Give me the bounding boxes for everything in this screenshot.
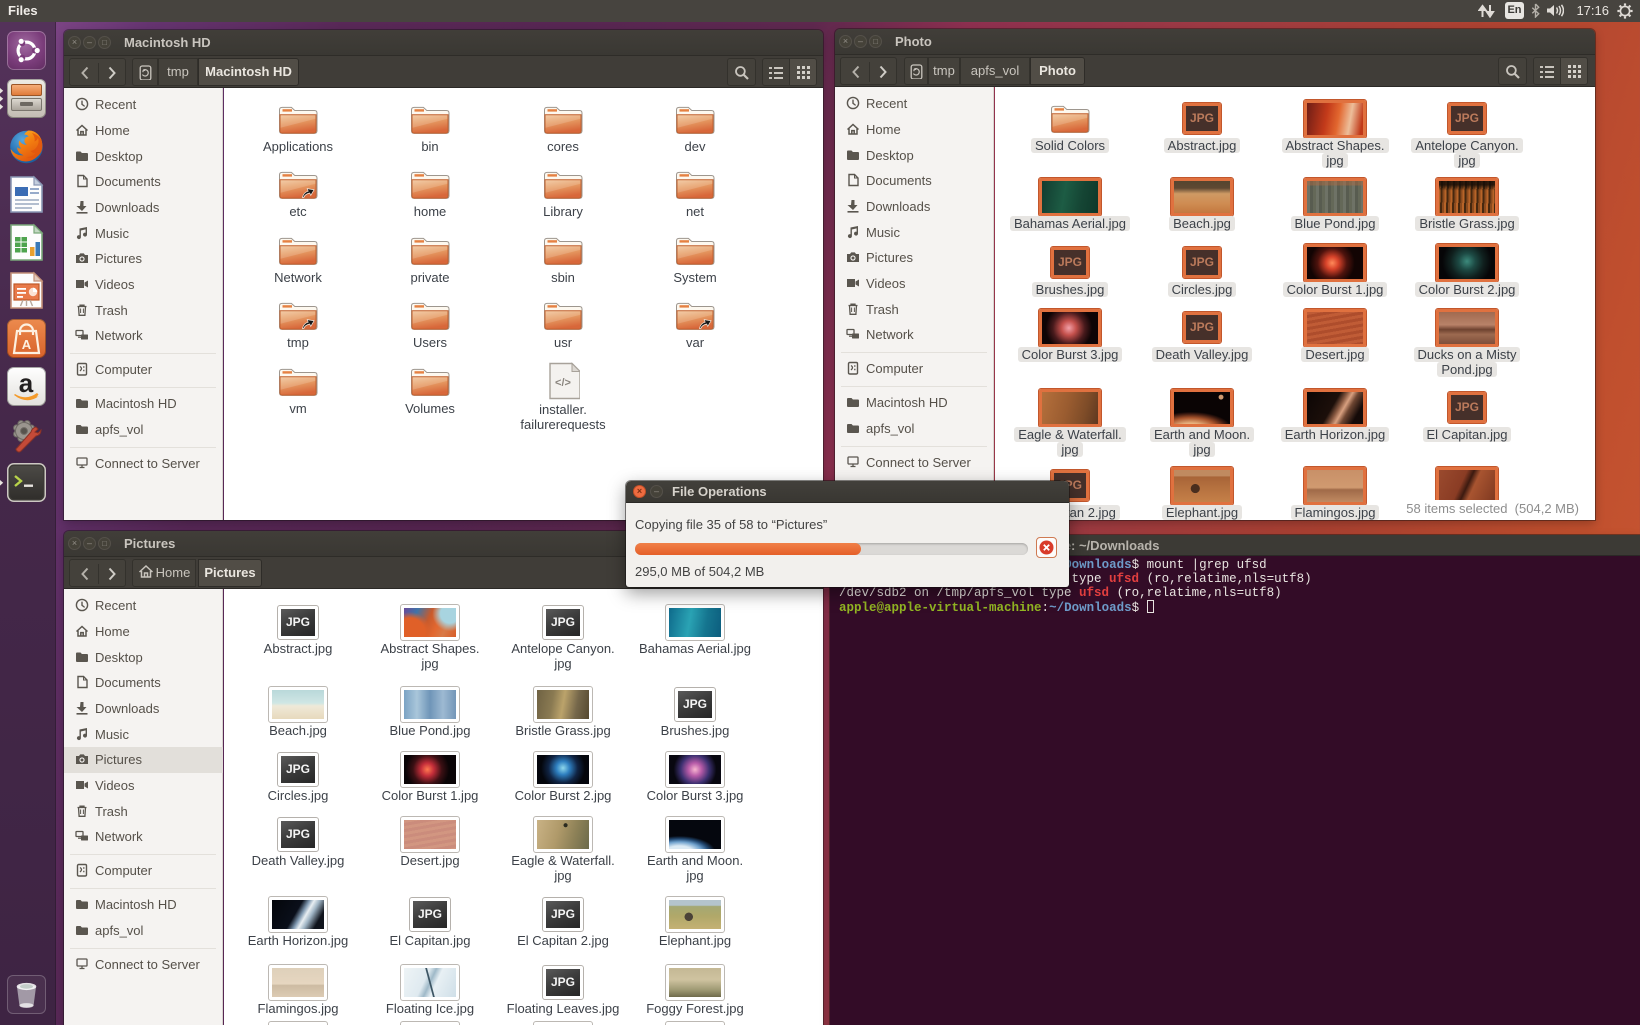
- svg-text:A: A: [22, 337, 32, 352]
- svg-text:a: a: [19, 368, 34, 398]
